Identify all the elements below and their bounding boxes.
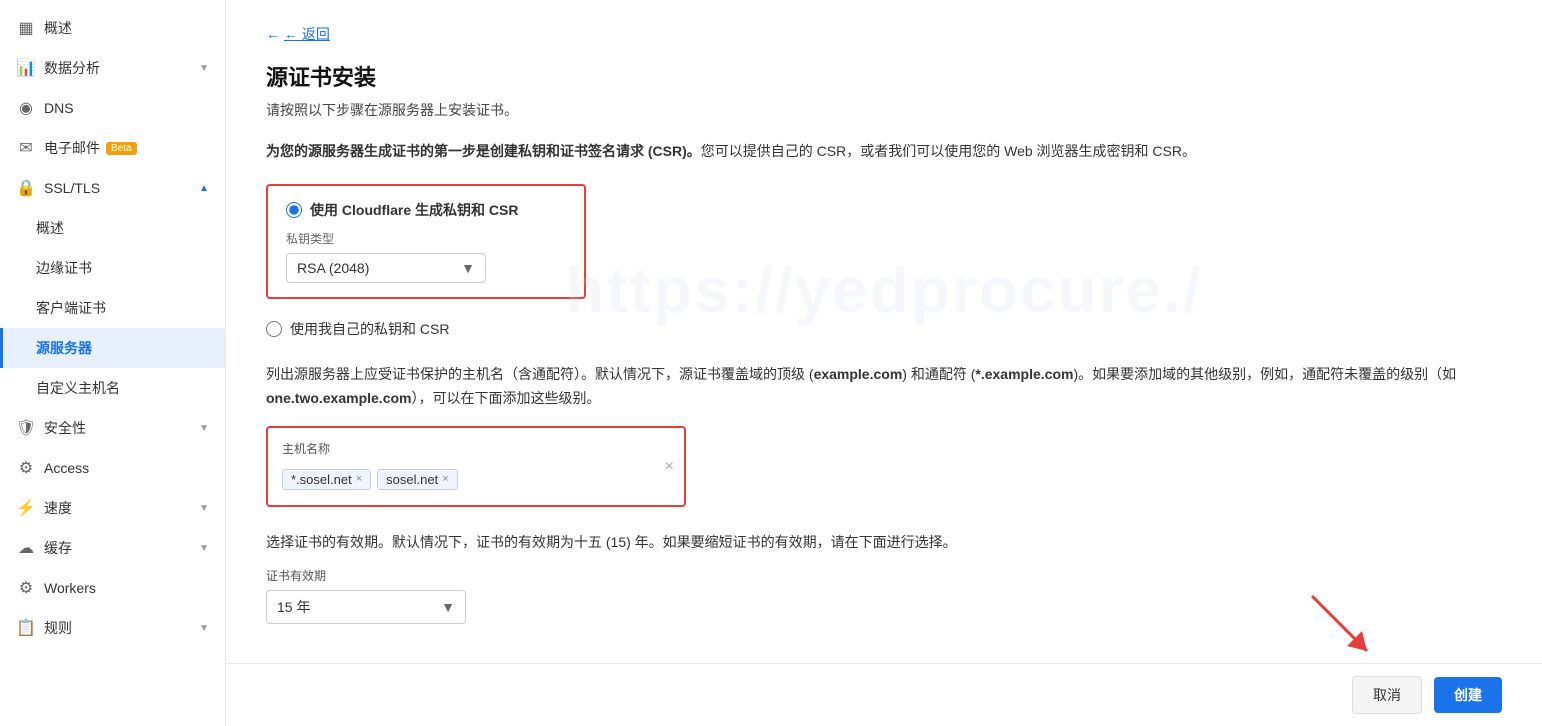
sidebar-item-overview-top[interactable]: ▦ 概述 (0, 8, 225, 48)
sidebar-item-email[interactable]: ✉ 电子邮件 Beta (0, 128, 225, 168)
option1-radio-row[interactable]: 使用 Cloudflare 生成私钥和 CSR (286, 200, 566, 220)
validity-select[interactable]: 15 年 ▼ (266, 590, 466, 624)
tag-domain[interactable]: sosel.net × (377, 469, 457, 490)
chevron-up-icon: ▲ (199, 183, 209, 194)
page-title: 源证书安装 (266, 60, 1502, 92)
main-content: https://yedprocure./ ← ← 返回 源证书安装 请按照以下步… (226, 0, 1542, 726)
sidebar-item-custom-hostname[interactable]: 自定义主机名 (0, 368, 225, 408)
sidebar-item-dns[interactable]: ◉ DNS (0, 88, 225, 128)
key-type-select[interactable]: RSA (2048) ▼ (286, 253, 486, 283)
data-analysis-icon: 📊 (16, 58, 36, 78)
sidebar-item-workers[interactable]: ⚙ Workers (0, 568, 225, 608)
tag-domain-value: sosel.net (386, 472, 438, 487)
security-icon: 🛡 (16, 418, 36, 438)
hostname-clear-icon[interactable]: × (665, 458, 674, 476)
sidebar-item-rules[interactable]: 📋 规则 ▼ (0, 608, 225, 648)
page-subtitle: 请按照以下步骤在源服务器上安装证书。 (266, 100, 1502, 120)
sidebar-item-ssl-tls[interactable]: 🔒 SSL/TLS ▲ (0, 168, 225, 208)
validity-select-arrow-icon: ▼ (441, 599, 455, 615)
chevron-down-icon4: ▼ (199, 543, 209, 554)
watermark: https://yedprocure./ (565, 253, 1202, 327)
create-button[interactable]: 创建 (1434, 677, 1502, 713)
dns-icon: ◉ (16, 98, 36, 118)
sidebar-item-edge-cert[interactable]: 边缘证书 (0, 248, 225, 288)
option2-radio[interactable] (266, 321, 282, 337)
hostname-label: 主机名称 (282, 440, 670, 457)
option1-label[interactable]: 使用 Cloudflare 生成私钥和 CSR (310, 200, 518, 220)
cancel-button[interactable]: 取消 (1352, 676, 1422, 714)
back-arrow-icon: ← (266, 26, 280, 42)
chevron-down-icon3: ▼ (199, 503, 209, 514)
select-arrow-icon: ▼ (461, 260, 475, 276)
back-link[interactable]: ← ← 返回 (266, 24, 330, 44)
validity-value: 15 年 (277, 597, 310, 617)
sidebar-item-speed[interactable]: ⚡ 速度 ▼ (0, 488, 225, 528)
tag-wildcard-value: *.sosel.net (291, 472, 352, 487)
hostname-tags: *.sosel.net × sosel.net × (282, 465, 670, 493)
option1-box: 使用 Cloudflare 生成私钥和 CSR 私钥类型 RSA (2048) … (266, 184, 586, 299)
key-type-value: RSA (2048) (297, 260, 369, 276)
speed-icon: ⚡ (16, 498, 36, 518)
email-icon: ✉ (16, 138, 36, 158)
ssl-tls-icon: 🔒 (16, 178, 36, 198)
chevron-down-icon5: ▼ (199, 623, 209, 634)
red-arrow-indicator (1302, 586, 1382, 666)
option1-radio[interactable] (286, 202, 302, 218)
sidebar-item-origin-server[interactable]: 源服务器 (0, 328, 225, 368)
hostname-section-desc: 列出源服务器上应受证书保护的主机名（含通配符）。默认情况下，源证书覆盖域的顶级 … (266, 363, 1502, 411)
tag-wildcard-remove-icon[interactable]: × (356, 474, 362, 485)
beta-badge: Beta (106, 142, 137, 155)
workers-icon: ⚙ (16, 578, 36, 598)
option2-label[interactable]: 使用我自己的私钥和 CSR (290, 319, 449, 339)
sidebar-item-client-cert[interactable]: 客户端证书 (0, 288, 225, 328)
sidebar: ▦ 概述 📊 数据分析 ▼ ◉ DNS ✉ 电子邮件 Beta 🔒 SSL/TL… (0, 0, 226, 726)
option2-radio-row[interactable]: 使用我自己的私钥和 CSR (266, 319, 1502, 339)
validity-label: 证书有效期 (266, 567, 1502, 584)
sidebar-item-cache[interactable]: ☁ 缓存 ▼ (0, 528, 225, 568)
bottom-bar: 取消 创建 (226, 663, 1542, 726)
chevron-down-icon: ▼ (199, 63, 209, 74)
cache-icon: ☁ (16, 538, 36, 558)
sidebar-item-overview[interactable]: 概述 (0, 208, 225, 248)
csr-description: 为您的源服务器生成证书的第一步是创建私钥和证书签名请求 (CSR)。您可以提供自… (266, 140, 1502, 164)
tag-wildcard[interactable]: *.sosel.net × (282, 469, 371, 490)
access-icon: ⚙ (16, 458, 36, 478)
rules-icon: 📋 (16, 618, 36, 638)
validity-desc: 选择证书的有效期。默认情况下，证书的有效期为十五 (15) 年。如果要缩短证书的… (266, 531, 1502, 555)
chevron-down-icon2: ▼ (199, 423, 209, 434)
key-type-label: 私钥类型 (286, 230, 566, 247)
hostname-box: 主机名称 *.sosel.net × sosel.net × × (266, 426, 686, 507)
sidebar-item-data-analysis[interactable]: 📊 数据分析 ▼ (0, 48, 225, 88)
overview-icon: ▦ (16, 18, 36, 38)
tag-domain-remove-icon[interactable]: × (442, 474, 448, 485)
sidebar-item-access[interactable]: ⚙ Access (0, 448, 225, 488)
sidebar-item-security[interactable]: 🛡 安全性 ▼ (0, 408, 225, 448)
